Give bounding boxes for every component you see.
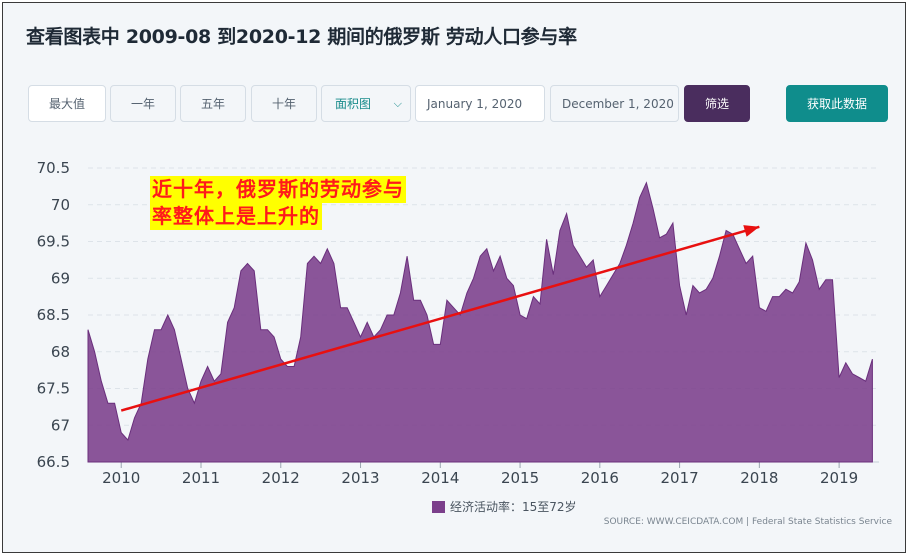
x-tick-label: 2012 xyxy=(262,469,300,487)
y-tick-label: 69 xyxy=(51,269,70,287)
x-tick-label: 2018 xyxy=(740,469,778,487)
y-tick-label: 67 xyxy=(51,416,70,434)
y-tick-label: 67.5 xyxy=(37,380,70,398)
y-tick-label: 70 xyxy=(51,196,70,214)
x-axis: 2010 2011 2012 2013 2014 2015 2016 2017 2018 2019 xyxy=(102,462,858,487)
y-tick-label: 68 xyxy=(51,343,70,361)
area-chart: 66.56767.56868.56969.57070.5 2010 2011 201… xyxy=(37,159,879,487)
trend-arrowhead xyxy=(743,225,760,237)
x-tick-label: 2016 xyxy=(581,469,619,487)
x-tick-label: 2014 xyxy=(421,469,459,487)
legend-swatch xyxy=(432,500,445,513)
x-tick-label: 2013 xyxy=(341,469,379,487)
y-axis: 66.5 67 67.5 68 68.5 69 69.5 70 70.5 xyxy=(37,159,70,471)
x-tick-label: 2017 xyxy=(660,469,698,487)
annotation-line-2: 率整体上是上升的 xyxy=(150,203,322,230)
annotation-line-1: 近十年，俄罗斯的劳动参与 xyxy=(150,176,406,203)
source-note: SOURCE: WWW.CEICDATA.COM | Federal State… xyxy=(603,517,892,527)
x-tick-label: 2010 xyxy=(102,469,140,487)
y-tick-label: 70.5 xyxy=(37,159,70,177)
x-tick-label: 2015 xyxy=(501,469,539,487)
y-tick-label: 69.5 xyxy=(37,233,70,251)
y-tick-label: 66.5 xyxy=(37,453,70,471)
chart-annotation: 近十年，俄罗斯的劳动参与 率整体上是上升的 xyxy=(150,176,406,230)
legend-label: 经济活动率：15至72岁 xyxy=(450,500,577,514)
x-tick-label: 2019 xyxy=(820,469,858,487)
chart-legend[interactable]: 经济活动率：15至72岁 xyxy=(432,498,577,515)
y-tick-label: 68.5 xyxy=(37,306,70,324)
x-tick-label: 2011 xyxy=(182,469,220,487)
